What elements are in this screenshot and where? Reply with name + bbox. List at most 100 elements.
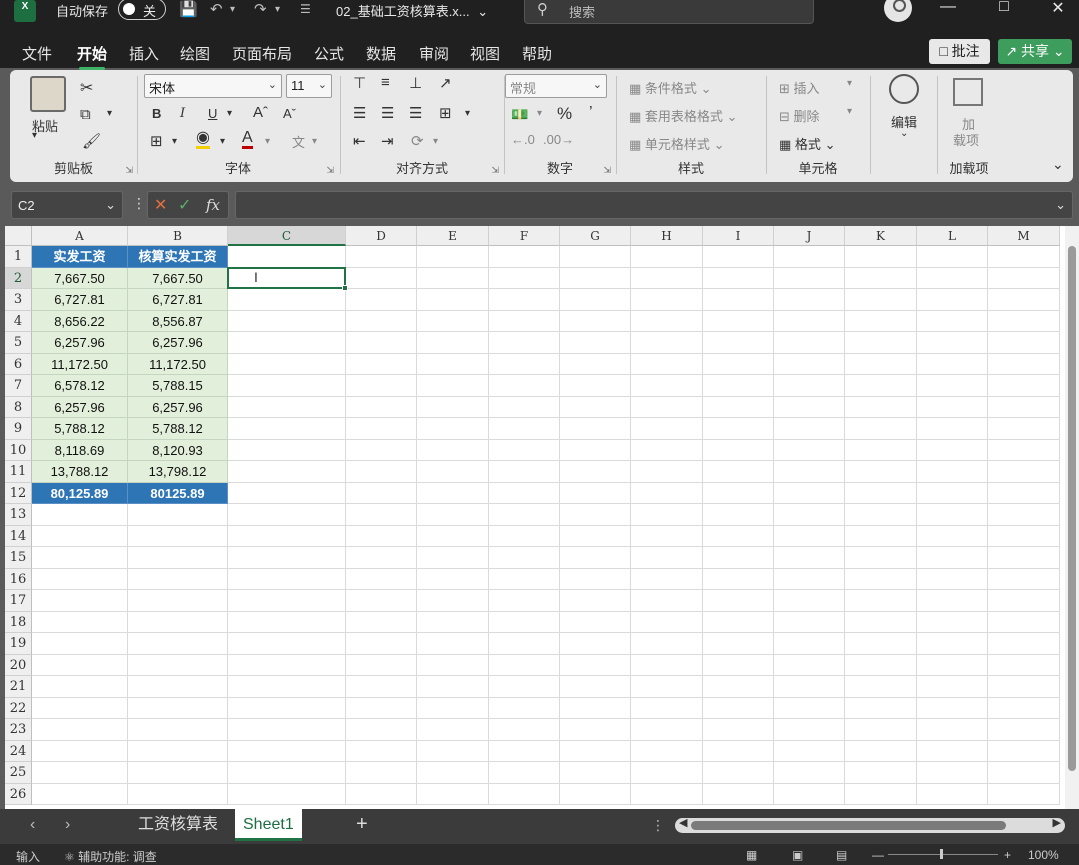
save-icon[interactable]: 💾 xyxy=(179,0,198,18)
zoom-slider-thumb[interactable] xyxy=(940,849,943,859)
row-header-10[interactable]: 10 xyxy=(5,439,32,461)
tab-view[interactable]: 视图 xyxy=(470,43,500,64)
row-header-25[interactable]: 25 xyxy=(5,762,32,784)
text-orientation-icon[interactable]: ↗ xyxy=(439,74,452,92)
more-options-icon[interactable]: ⋮ xyxy=(132,195,146,212)
percent-button[interactable]: % xyxy=(557,104,572,124)
active-cell[interactable] xyxy=(227,266,348,291)
column-header-c[interactable]: C xyxy=(228,226,346,246)
table-cell[interactable]: 8,656.22 xyxy=(32,310,128,332)
tab-data[interactable]: 数据 xyxy=(366,43,396,64)
format-painter-icon[interactable]: 🖌 xyxy=(82,132,101,150)
column-header-g[interactable]: G xyxy=(560,226,631,246)
name-box[interactable]: C2 ⌄ xyxy=(11,191,123,219)
border-dropdown-icon[interactable]: ▾ xyxy=(172,136,177,147)
conditional-formatting-button[interactable]: ▦ 条件格式 ⌄ xyxy=(629,78,711,97)
delete-dropdown-icon[interactable]: ▾ xyxy=(847,106,852,117)
increase-font-icon[interactable]: Aˆ xyxy=(253,104,268,121)
undo-dropdown-icon[interactable]: ▾ xyxy=(230,4,235,15)
table-cell[interactable]: 6,578.12 xyxy=(32,375,128,397)
dialog-launcher-icon[interactable]: ⇲ xyxy=(326,165,334,176)
share-button[interactable]: ↗ 共享 ⌄ xyxy=(998,39,1072,64)
font-name-select[interactable]: 宋体 ⌄ xyxy=(144,74,282,98)
column-header-m[interactable]: M xyxy=(988,226,1060,246)
tab-draw[interactable]: 绘图 xyxy=(180,43,210,64)
column-header-e[interactable]: E xyxy=(417,226,489,246)
customize-toolbar-icon[interactable]: ☰ xyxy=(300,2,311,16)
fill-handle[interactable] xyxy=(342,285,348,291)
column-header-k[interactable]: K xyxy=(845,226,917,246)
font-color-dropdown-icon[interactable]: ▾ xyxy=(265,136,270,147)
restore-icon[interactable]: □ xyxy=(989,0,1019,16)
orientation-icon[interactable]: ⟳ xyxy=(411,132,424,150)
collapse-ribbon-icon[interactable]: ⌄ xyxy=(1052,156,1064,173)
dialog-launcher-icon[interactable]: ⇲ xyxy=(491,165,499,176)
row-header-2[interactable]: 2 xyxy=(5,267,32,289)
select-all-corner[interactable] xyxy=(5,226,32,246)
row-header-5[interactable]: 5 xyxy=(5,332,32,354)
copy-icon[interactable]: ⧉ xyxy=(80,106,91,123)
table-cell[interactable]: 7,667.50 xyxy=(32,267,128,289)
table-cell[interactable]: 5,788.12 xyxy=(128,418,228,440)
decrease-indent-icon[interactable]: ⇤ xyxy=(353,132,366,150)
row-header-13[interactable]: 13 xyxy=(5,504,32,526)
row-header-6[interactable]: 6 xyxy=(5,353,32,375)
formula-input[interactable]: ⌄ xyxy=(235,191,1073,219)
number-format-select[interactable]: 常规 ⌄ xyxy=(505,74,607,98)
dialog-launcher-icon[interactable]: ⇲ xyxy=(125,165,133,176)
table-cell[interactable]: 6,257.96 xyxy=(128,332,228,354)
table-cell[interactable]: 6,257.96 xyxy=(32,332,128,354)
table-cell[interactable]: 11,172.50 xyxy=(32,353,128,375)
editing-dropdown-icon[interactable]: ⌄ xyxy=(900,128,908,139)
merge-cells-icon[interactable]: ⊞ xyxy=(439,104,452,122)
delete-cells-button[interactable]: ⊟ 删除 xyxy=(779,106,820,125)
minimize-icon[interactable]: — xyxy=(933,0,963,16)
row-header-23[interactable]: 23 xyxy=(5,719,32,741)
row-header-12[interactable]: 12 xyxy=(5,482,32,504)
close-icon[interactable]: ✕ xyxy=(1043,0,1073,18)
column-header-h[interactable]: H xyxy=(631,226,703,246)
dialog-launcher-icon[interactable]: ⇲ xyxy=(603,165,611,176)
row-header-1[interactable]: 1 xyxy=(5,246,32,268)
sheet-tab-salary[interactable]: 工资核算表 xyxy=(130,809,226,841)
zoom-in-icon[interactable]: + xyxy=(1004,848,1011,862)
column-header-l[interactable]: L xyxy=(917,226,988,246)
fill-color-icon[interactable]: ◉ xyxy=(196,130,210,149)
fill-color-dropdown-icon[interactable]: ▾ xyxy=(220,136,225,147)
cell-styles-button[interactable]: ▦ 单元格样式 ⌄ xyxy=(629,134,724,153)
comment-button[interactable]: □ 批注 xyxy=(929,39,990,64)
column-header-d[interactable]: D xyxy=(346,226,417,246)
more-options-icon[interactable]: ⋮ xyxy=(651,817,665,834)
insert-function-icon[interactable]: fx xyxy=(206,196,220,214)
table-cell[interactable]: 6,257.96 xyxy=(32,396,128,418)
align-center-icon[interactable]: ☰ xyxy=(381,104,394,122)
increase-indent-icon[interactable]: ⇥ xyxy=(381,132,394,150)
row-header-17[interactable]: 17 xyxy=(5,590,32,612)
addins-icon[interactable] xyxy=(953,78,983,106)
decrease-decimal-icon[interactable]: .00→ xyxy=(543,132,574,147)
row-header-11[interactable]: 11 xyxy=(5,461,32,483)
row-header-18[interactable]: 18 xyxy=(5,611,32,633)
format-as-table-button[interactable]: ▦ 套用表格格式 ⌄ xyxy=(629,106,737,125)
table-cell[interactable]: 8,556.87 xyxy=(128,310,228,332)
column-header-f[interactable]: F xyxy=(489,226,560,246)
align-bottom-icon[interactable]: ⊥ xyxy=(409,74,422,92)
zoom-slider[interactable] xyxy=(888,849,998,859)
increase-decimal-icon[interactable]: ←.0 xyxy=(511,132,535,147)
expand-formula-icon[interactable]: ⌄ xyxy=(1055,197,1066,213)
table-cell[interactable]: 11,172.50 xyxy=(128,353,228,375)
vertical-scrollbar[interactable] xyxy=(1065,226,1079,809)
cancel-icon[interactable]: ✕ xyxy=(154,195,167,215)
bold-button[interactable]: B xyxy=(152,106,161,121)
row-header-21[interactable]: 21 xyxy=(5,676,32,698)
paste-icon[interactable] xyxy=(30,76,66,112)
prev-sheet-icon[interactable]: ‹ xyxy=(30,816,35,834)
row-header-15[interactable]: 15 xyxy=(5,547,32,569)
column-header-j[interactable]: J xyxy=(774,226,845,246)
scroll-left-icon[interactable]: ◀ xyxy=(679,816,687,829)
cut-icon[interactable]: ✂ xyxy=(80,78,93,98)
enter-icon[interactable]: ✓ xyxy=(178,195,191,215)
underline-dropdown-icon[interactable]: ▾ xyxy=(227,108,232,119)
vertical-scroll-thumb[interactable] xyxy=(1068,246,1076,771)
row-header-9[interactable]: 9 xyxy=(5,418,32,440)
